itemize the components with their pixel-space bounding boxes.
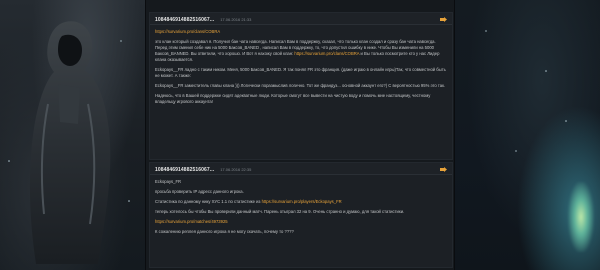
post-text: просьба проверить IP адресс данного игро…: [155, 189, 244, 194]
post-paragraph: Надеюсь, что в Вашей поддержке сидят аде…: [155, 93, 447, 105]
background-left-art: [0, 0, 145, 270]
glow-effect: [568, 182, 594, 252]
post-link[interactable]: https://survarium.pro/clans/COBRA: [155, 29, 220, 34]
post-paragraph: это клан который создавал я. Получил бан…: [155, 39, 447, 63]
post-link[interactable]: https://survarium.pro/clans/COBRA: [294, 51, 359, 56]
forum-post: 10848469148825160​67... 17.06.2016 22:35…: [149, 162, 453, 268]
post-paragraph: К сожалению реплея данного игрока я не м…: [155, 229, 447, 235]
post-text: теперь хотелось бы чтобы Вы проверили да…: [155, 209, 405, 214]
post-text: Надеюсь, что в Вашей поддержке сидят аде…: [155, 93, 431, 104]
post-author[interactable]: 10848469148825160​67...: [155, 17, 214, 23]
post-paragraph: https://survarium.pro/matches/4973925: [155, 219, 447, 225]
post-text: Eckopays__FR ладно с таким ником. Меня, …: [155, 67, 446, 78]
post-paragraph: Статистика по данному нику ХУС 1.1 по ст…: [155, 199, 447, 205]
post-link[interactable]: https://survarium.pro/matches/4973925: [155, 219, 228, 224]
post-author[interactable]: 10848469148825160​67...: [155, 167, 214, 173]
forum-post: 10848469148825160​67... 17.06.2016 21:33…: [149, 12, 453, 160]
post-paragraph: просьба проверить IP адресс данного игро…: [155, 189, 447, 195]
post-text: Eckopays_FR: [155, 179, 182, 184]
post-body: Eckopays_FR просьба проверить IP адресс …: [150, 175, 452, 239]
post-date: 17.06.2016 21:33: [220, 17, 252, 22]
share-icon[interactable]: [440, 167, 447, 172]
hooded-figure-image: [29, 21, 111, 264]
post-date: 17.06.2016 22:35: [220, 167, 252, 172]
post-body: https://survarium.pro/clans/COBRA это кл…: [150, 25, 452, 109]
post-text: Eckopays__FR заместитель главы клана )))…: [155, 83, 446, 88]
post-text: К сожалению реплея данного игрока я не м…: [155, 229, 294, 234]
background-right-art: [455, 0, 600, 270]
post-paragraph: теперь хотелось бы чтобы Вы проверили да…: [155, 209, 447, 215]
post-paragraph: Eckopays_FR: [155, 179, 447, 185]
post-header: 10848469148825160​67... 17.06.2016 22:35: [150, 163, 452, 175]
post-paragraph: Eckopays__FR заместитель главы клана )))…: [155, 83, 447, 89]
post-link[interactable]: https://survarium.pro/players/Eckopays_F…: [262, 199, 342, 204]
share-icon[interactable]: [440, 17, 447, 22]
posts-column: 10848469148825160​67... 17.06.2016 21:33…: [145, 0, 455, 270]
post-paragraph: Eckopays__FR ладно с таким ником. Меня, …: [155, 67, 447, 79]
post-header: 10848469148825160​67... 17.06.2016 21:33: [150, 13, 452, 25]
post-paragraph: https://survarium.pro/clans/COBRA: [155, 29, 447, 35]
post-text: Статистика по данному нику ХУС 1.1 по ст…: [155, 199, 262, 204]
